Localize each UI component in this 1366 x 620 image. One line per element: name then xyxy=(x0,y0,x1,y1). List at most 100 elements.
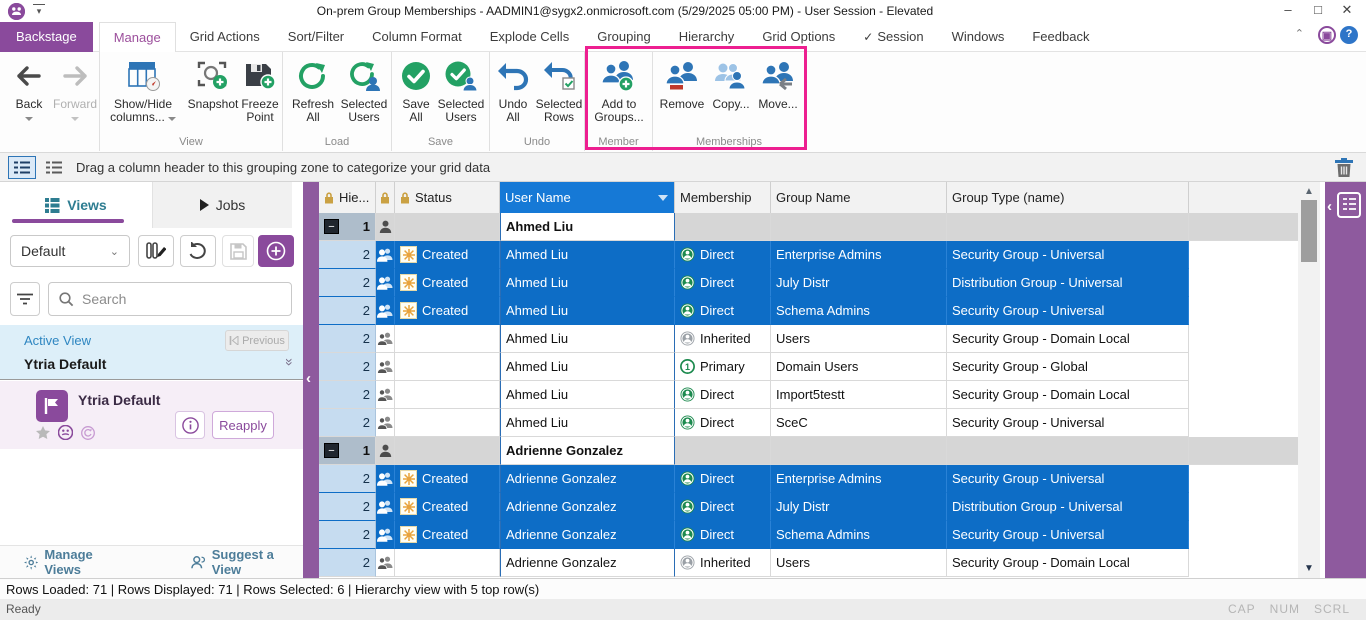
collapse-ribbon-icon[interactable]: ⌃ xyxy=(1295,27,1304,40)
hierarchy-cell[interactable]: 2 xyxy=(319,493,376,521)
username-cell[interactable]: Ahmed Liu xyxy=(500,325,675,353)
membership-row[interactable]: 2Ahmed LiuDirectSceCSecurity Group - Uni… xyxy=(319,409,1298,437)
username-cell[interactable]: Ahmed Liu xyxy=(500,241,675,269)
undo-selected-rows-button[interactable]: SelectedRows xyxy=(534,58,584,124)
ribbon-tab-sort-filter[interactable]: Sort/Filter xyxy=(274,22,358,52)
hierarchy-cell[interactable]: 2 xyxy=(319,297,376,325)
data-grid[interactable]: Hie... Status User Name Membership Group… xyxy=(319,182,1298,578)
hierarchy-cell[interactable]: 2 xyxy=(319,549,376,577)
membership-row[interactable]: 2CreatedAdrienne GonzalezDirectEnterpris… xyxy=(319,465,1298,493)
move-membership-button[interactable]: Move... xyxy=(755,58,801,111)
close-button[interactable]: ✕ xyxy=(1333,0,1361,21)
previous-view-button[interactable]: Previous xyxy=(225,330,289,351)
hierarchy-cell[interactable]: −1 xyxy=(319,213,376,241)
column-header-status[interactable]: Status xyxy=(395,182,500,213)
hierarchy-cell[interactable]: 2 xyxy=(319,269,376,297)
show-hide-columns-button[interactable]: Show/Hidecolumns... xyxy=(106,58,180,124)
membership-row[interactable]: 2CreatedAdrienne GonzalezDirectSchema Ad… xyxy=(319,521,1298,549)
refresh-all-button[interactable]: RefreshAll xyxy=(287,58,339,124)
username-cell[interactable]: Adrienne Gonzalez xyxy=(500,549,675,577)
scroll-down-icon[interactable]: ▼ xyxy=(1298,563,1320,574)
add-to-groups-button[interactable]: Add toGroups... xyxy=(590,58,648,124)
hierarchy-cell[interactable]: 2 xyxy=(319,241,376,269)
ribbon-tab-windows[interactable]: Windows xyxy=(938,22,1019,52)
membership-row[interactable]: 2Ahmed LiuDirectImport5testtSecurity Gro… xyxy=(319,381,1298,409)
manage-views-button[interactable]: Manage Views xyxy=(24,547,129,577)
hierarchy-cell[interactable]: 2 xyxy=(319,353,376,381)
column-header-grouptype[interactable]: Group Type (name) xyxy=(947,182,1189,213)
hierarchy-cell[interactable]: 2 xyxy=(319,409,376,437)
ribbon-tab-explode-cells[interactable]: Explode Cells xyxy=(476,22,584,52)
column-header-groupname[interactable]: Group Name xyxy=(771,182,947,213)
hierarchy-cell[interactable]: 2 xyxy=(319,465,376,493)
username-cell[interactable]: Adrienne Gonzalez xyxy=(500,465,675,493)
maximize-button[interactable]: □ xyxy=(1304,0,1332,21)
username-cell[interactable]: Ahmed Liu xyxy=(500,381,675,409)
right-panel-strip[interactable]: ‹ xyxy=(1325,182,1366,578)
membership-row[interactable]: 2CreatedAhmed LiuDirectJuly DistrDistrib… xyxy=(319,269,1298,297)
hierarchy-view-toggle-icon[interactable] xyxy=(8,156,36,179)
username-cell[interactable]: Adrienne Gonzalez xyxy=(500,437,675,465)
hierarchy-cell[interactable]: 2 xyxy=(319,381,376,409)
save-view-button[interactable] xyxy=(222,235,254,267)
membership-row[interactable]: 2CreatedAdrienne GonzalezDirectJuly Dist… xyxy=(319,493,1298,521)
trash-icon[interactable] xyxy=(1334,157,1354,183)
collapse-expander-icon[interactable]: − xyxy=(324,219,339,234)
sort-filter-arrow-icon[interactable] xyxy=(658,195,668,201)
username-cell[interactable]: Ahmed Liu xyxy=(500,297,675,325)
grouping-zone[interactable]: Drag a column header to this grouping zo… xyxy=(0,153,1366,182)
username-cell[interactable]: Adrienne Gonzalez xyxy=(500,493,675,521)
search-box[interactable] xyxy=(48,282,292,316)
group-parent-row[interactable]: −1 Adrienne Gonzalez xyxy=(319,437,1298,465)
tab-views[interactable]: Views xyxy=(0,182,152,228)
scrollbar-thumb[interactable] xyxy=(1301,200,1317,262)
membership-row[interactable]: 2CreatedAhmed LiuDirectSchema AdminsSecu… xyxy=(319,297,1298,325)
username-cell[interactable]: Ahmed Liu xyxy=(500,213,675,241)
view-info-button[interactable] xyxy=(175,411,205,439)
refresh-selected-users-button[interactable]: SelectedUsers xyxy=(339,58,389,124)
ribbon-tab-grid-options[interactable]: Grid Options xyxy=(748,22,849,52)
column-header-rowicon[interactable] xyxy=(376,182,395,213)
group-parent-row[interactable]: −1 Ahmed Liu xyxy=(319,213,1298,241)
scroll-up-icon[interactable]: ▲ xyxy=(1298,186,1320,197)
column-header-hierarchy[interactable]: Hie... xyxy=(319,182,376,213)
forward-button[interactable]: Forward xyxy=(52,58,98,124)
reapply-button[interactable]: Reapply xyxy=(212,411,274,439)
ribbon-tab-hierarchy[interactable]: Hierarchy xyxy=(665,22,749,52)
suggest-view-button[interactable]: Suggest a View xyxy=(191,547,303,577)
reset-view-button[interactable] xyxy=(180,235,216,267)
help-icon[interactable]: ? xyxy=(1340,26,1358,44)
ribbon-tab-grid-actions[interactable]: Grid Actions xyxy=(176,22,274,52)
sidebar-collapse-splitter[interactable]: ‹ xyxy=(303,182,319,578)
filter-views-button[interactable] xyxy=(10,282,40,316)
hierarchy-cell[interactable]: −1 xyxy=(319,437,376,465)
membership-row[interactable]: 2Adrienne GonzalezInheritedUsersSecurity… xyxy=(319,549,1298,577)
copy-membership-button[interactable]: Copy... xyxy=(709,58,753,111)
back-button[interactable]: Back xyxy=(8,58,50,124)
ribbon-tab-backstage[interactable]: Backstage xyxy=(0,22,93,52)
flat-view-toggle-icon[interactable] xyxy=(40,156,68,179)
active-view-card[interactable]: Ytria Default Reapply xyxy=(0,381,303,449)
save-selected-users-button[interactable]: SelectedUsers xyxy=(436,58,486,124)
membership-row[interactable]: 2CreatedAhmed LiuDirectEnterprise Admins… xyxy=(319,241,1298,269)
account-badge-icon[interactable]: ▣ xyxy=(1318,26,1336,44)
remove-membership-button[interactable]: Remove xyxy=(657,58,707,111)
username-cell[interactable]: Ahmed Liu xyxy=(500,269,675,297)
username-cell[interactable]: Ahmed Liu xyxy=(500,409,675,437)
membership-row[interactable]: 2Ahmed Liu1PrimaryDomain UsersSecurity G… xyxy=(319,353,1298,381)
save-all-button[interactable]: SaveAll xyxy=(396,58,436,124)
collapse-expander-icon[interactable]: − xyxy=(324,443,339,458)
column-header-membership[interactable]: Membership xyxy=(675,182,771,213)
ribbon-tab-manage[interactable]: Manage xyxy=(99,22,176,52)
tab-jobs[interactable]: Jobs xyxy=(152,182,292,228)
hierarchy-cell[interactable]: 2 xyxy=(319,325,376,353)
ribbon-tab-session[interactable]: ✓Session xyxy=(849,22,937,52)
vertical-scrollbar[interactable]: ▲ ▼ xyxy=(1298,182,1320,578)
undo-all-button[interactable]: UndoAll xyxy=(492,58,534,124)
username-cell[interactable]: Adrienne Gonzalez xyxy=(500,521,675,549)
view-selector-dropdown[interactable]: Default ⌄ xyxy=(10,235,130,267)
edit-columns-button[interactable] xyxy=(138,235,174,267)
column-header-username[interactable]: User Name xyxy=(500,182,675,213)
ribbon-tab-grouping[interactable]: Grouping xyxy=(583,22,664,52)
minimize-button[interactable]: – xyxy=(1274,0,1302,21)
